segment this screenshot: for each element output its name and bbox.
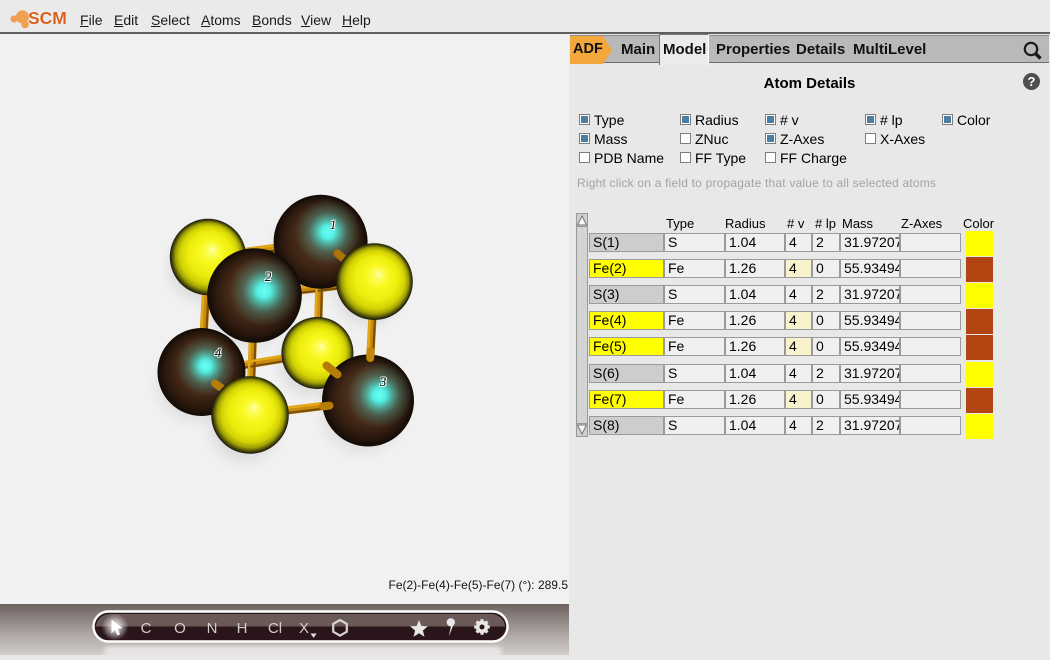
- svg-text:H: H: [237, 620, 248, 637]
- svg-text:4: 4: [215, 346, 221, 360]
- svg-text:2: 2: [265, 270, 271, 284]
- svg-text:3: 3: [379, 375, 386, 389]
- svg-text:Cl: Cl: [268, 620, 282, 637]
- svg-text:N: N: [207, 620, 218, 637]
- svg-text:C: C: [141, 620, 152, 637]
- svg-text:1: 1: [330, 218, 336, 232]
- svg-text:O: O: [174, 620, 186, 637]
- svg-text:X: X: [299, 620, 309, 637]
